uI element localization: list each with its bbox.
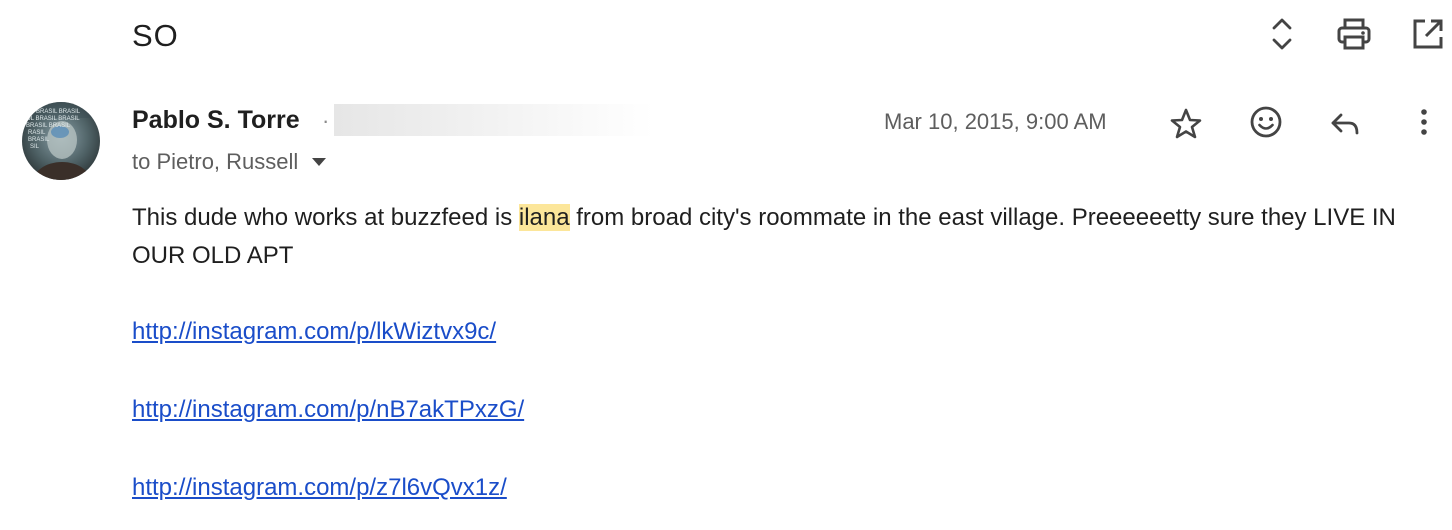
chevron-down-icon bbox=[312, 158, 327, 166]
print-button[interactable] bbox=[1332, 14, 1376, 54]
avatar-image: BRASIL BRASIL OL BRASIL BRASIL BRASIL BR… bbox=[22, 102, 100, 180]
print-icon bbox=[1337, 18, 1371, 50]
open-in-new-window-button[interactable] bbox=[1406, 14, 1450, 54]
unfold-icon bbox=[1272, 18, 1292, 50]
avatar-text-line: BRASIL BRASIL bbox=[26, 123, 71, 129]
instagram-link[interactable]: http://instagram.com/p/z7l6vQvx1z/ bbox=[132, 474, 507, 502]
reply-icon bbox=[1331, 113, 1359, 135]
search-highlight: ilana bbox=[518, 204, 570, 231]
avatar-text-line: RASIL bbox=[28, 130, 46, 136]
top-actions-toolbar bbox=[1262, 14, 1452, 58]
add-reaction-button[interactable] bbox=[1246, 102, 1286, 142]
star-button[interactable] bbox=[1166, 104, 1206, 144]
more-options-button[interactable] bbox=[1406, 102, 1442, 142]
message-body: This dude who works at buzzfeed is ilana… bbox=[132, 199, 1432, 275]
sender-name[interactable]: Pablo S. Torre bbox=[132, 106, 300, 135]
expand-all-button[interactable] bbox=[1262, 14, 1302, 54]
star-icon bbox=[1170, 108, 1202, 139]
recipients-dropdown[interactable]: to Pietro, Russell bbox=[132, 149, 327, 175]
more-vert-icon bbox=[1421, 109, 1427, 135]
instagram-link[interactable]: http://instagram.com/p/nB7akTPxzG/ bbox=[132, 396, 524, 424]
avatar-text-line: BRASIL BRASIL bbox=[36, 109, 81, 115]
emoji-icon bbox=[1250, 106, 1282, 138]
recipients-label: to Pietro, Russell bbox=[132, 149, 299, 174]
sender-separator: · bbox=[322, 108, 330, 133]
reply-button[interactable] bbox=[1326, 104, 1366, 144]
body-text: This dude who works at buzzfeed is bbox=[132, 204, 519, 231]
avatar-text-line: OL BRASIL BRASIL bbox=[26, 116, 80, 122]
avatar[interactable]: BRASIL BRASIL OL BRASIL BRASIL BRASIL BR… bbox=[22, 102, 100, 180]
sender-email-redacted bbox=[334, 104, 654, 136]
email-subject: SO bbox=[132, 18, 179, 53]
instagram-link[interactable]: http://instagram.com/p/lkWiztvx9c/ bbox=[132, 318, 496, 346]
message-date: Mar 10, 2015, 9:00 AM bbox=[884, 109, 1107, 134]
avatar-text-line: SIL bbox=[30, 144, 40, 150]
open-in-new-icon bbox=[1413, 19, 1443, 49]
avatar-text-line: BRASIL bbox=[28, 137, 50, 143]
